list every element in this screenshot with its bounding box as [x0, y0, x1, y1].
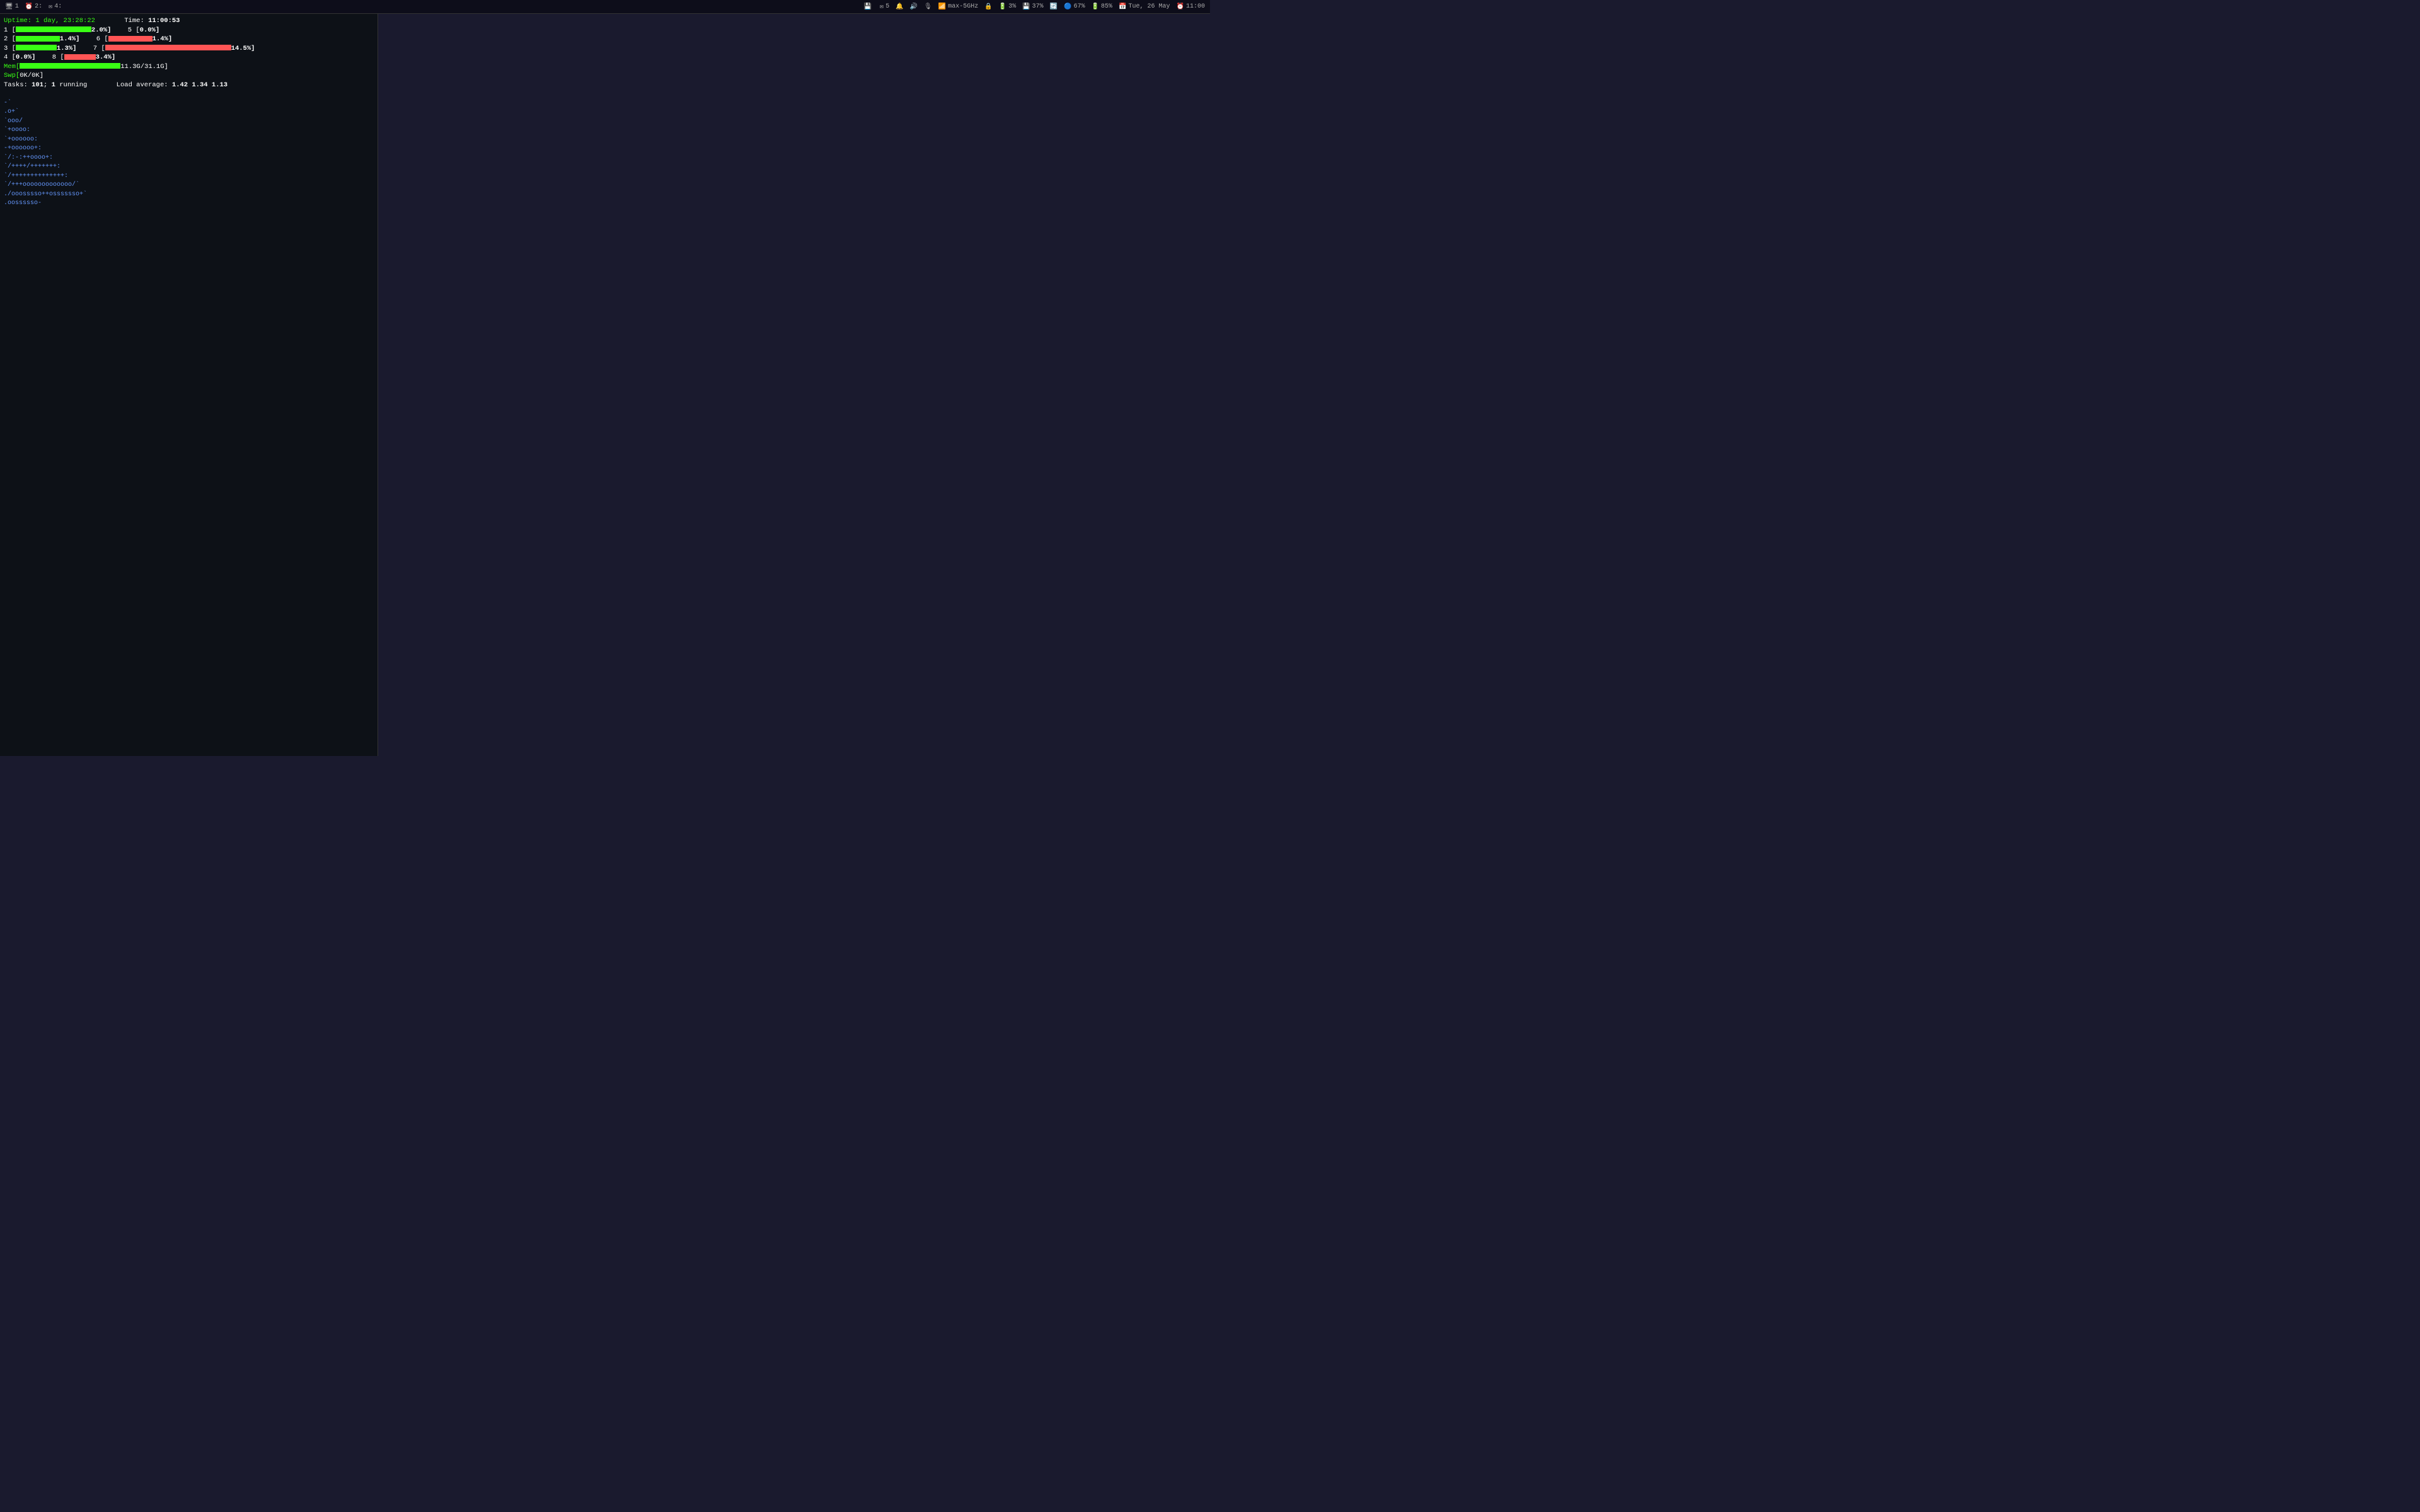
workspace-2[interactable]: ⏰ 2: [25, 3, 42, 11]
tasks-icon: 💾 [864, 3, 872, 11]
sync-icon: 🔄 [1050, 3, 1057, 11]
htop-cpu-4: 4 [0.0%] 8 [3.4%] [4, 53, 374, 62]
clock-icon: ⏰ [25, 3, 33, 11]
wifi-icon: 📶 [938, 3, 946, 11]
htop-section: Uptime: 1 day, 23:28:22 Time: 11:00:53 1… [4, 16, 374, 89]
neofetch-ascii: -` .o+` `ooo/ `+oooo: `+oooooo: -+oooooo… [4, 99, 168, 209]
mail-count: ✉ 5 [880, 3, 889, 11]
workspace-1[interactable]: 🖥 1 [5, 3, 19, 11]
cpu-indicator: 🔵 67% [1064, 3, 1085, 11]
htop-mem: Mem[11.3G/31.1G] [4, 62, 374, 72]
mail-icon: ✉ [880, 3, 884, 11]
mail-icon-wb: ✉ [49, 3, 52, 11]
lock-icon: 🔒 [984, 3, 992, 11]
statusbar: 🖥 1 ⏰ 2: ✉ 4: 💾 ✉ 5 🔔 🔊 🎙 📶 max-5GHz 🔒 [0, 0, 1210, 14]
calendar-icon: 📅 [1119, 3, 1126, 11]
statusbar-left: 🖥 1 ⏰ 2: ✉ 4: [5, 3, 62, 11]
wifi-indicator: 📶 max-5GHz [938, 3, 978, 11]
mic-icon: 🎙 [924, 3, 932, 11]
htop-cpu-1: 1 [2.0%] 5 [0.0%] [4, 26, 374, 35]
notification-icon: 🔔 [896, 3, 903, 11]
battery-icon: 🔋 [999, 3, 1006, 11]
terminal-panel[interactable]: Uptime: 1 day, 23:28:22 Time: 11:00:53 1… [0, 14, 378, 756]
htop-cpu-3: 3 [1.3%] 7 [14.5%] [4, 44, 374, 54]
battery2-icon: 🔋 [1092, 3, 1099, 11]
statusbar-right: 💾 ✉ 5 🔔 🔊 🎙 📶 max-5GHz 🔒 🔋 3% 💾 37% 🔄 🔵 … [864, 3, 1205, 11]
date-display: 📅 Tue, 26 May [1119, 3, 1170, 11]
battery2-indicator: 🔋 85% [1092, 3, 1112, 11]
htop-swp: Swp[0K/0K] [4, 71, 374, 81]
main-layout: Uptime: 1 day, 23:28:22 Time: 11:00:53 1… [0, 14, 1210, 756]
cpu-icon: 🔵 [1064, 3, 1071, 11]
memory-icon: 💾 [1022, 3, 1030, 11]
memory-indicator: 💾 37% [1022, 3, 1043, 11]
htop-uptime-line: Uptime: 1 day, 23:28:22 Time: 11:00:53 [4, 16, 374, 26]
time-icon: ⏰ [1177, 3, 1184, 11]
tasks-indicator: 💾 [864, 3, 873, 11]
terminal-content[interactable]: Uptime: 1 day, 23:28:22 Time: 11:00:53 1… [0, 14, 377, 756]
battery-indicator: 🔋 3% [999, 3, 1016, 11]
neofetch-section: -` .o+` `ooo/ `+oooo: `+oooooo: -+oooooo… [4, 99, 374, 209]
htop-tasks: Tasks: 101; 1 running Load average: 1.42… [4, 81, 374, 90]
volume-icon: 🔊 [910, 3, 918, 11]
workspace-4[interactable]: ✉ 4: [49, 3, 62, 11]
time-display: ⏰ 11:00 [1177, 3, 1205, 11]
monitor-icon: 🖥 [5, 3, 13, 11]
htop-cpu-2: 2 [1.4%] 6 [1.4%] [4, 35, 374, 44]
empty-line-1 [4, 89, 374, 99]
